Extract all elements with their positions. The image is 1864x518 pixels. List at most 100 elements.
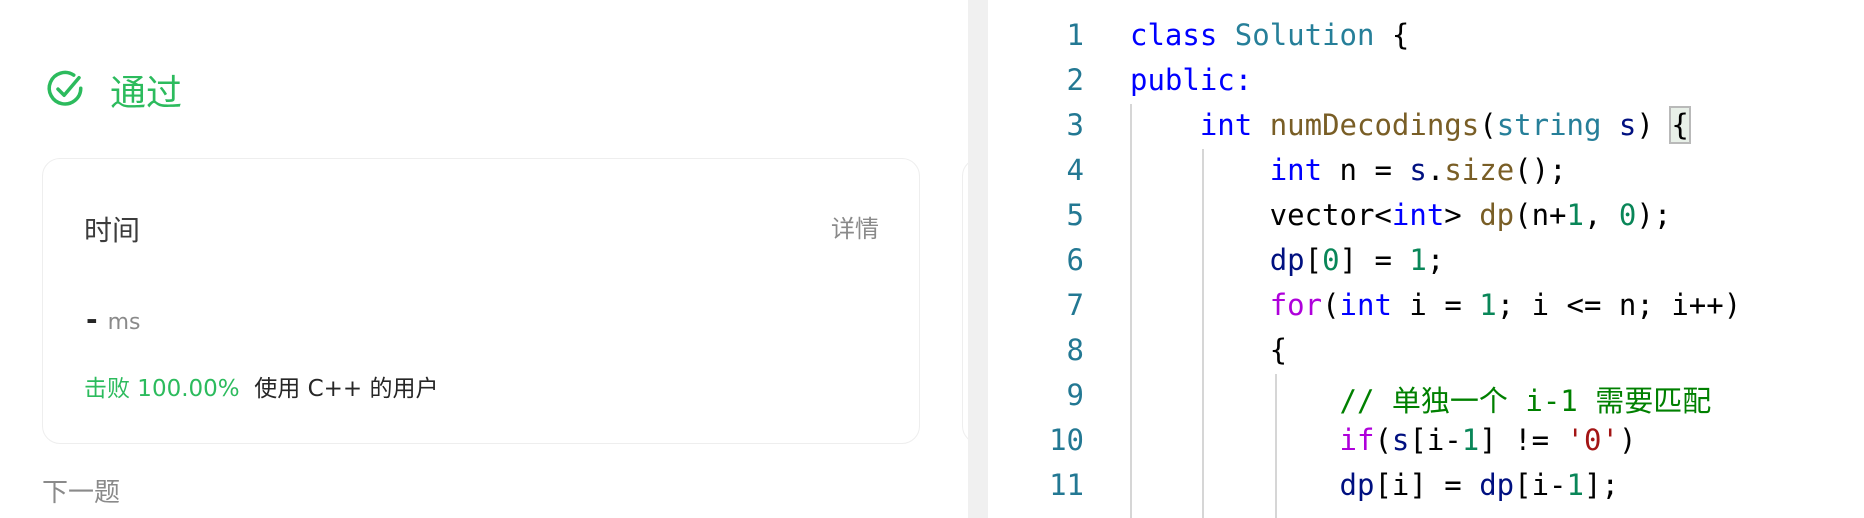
beat-suffix: 使用 C++ 的用户 bbox=[254, 376, 439, 402]
code-token: '0' bbox=[1566, 423, 1619, 457]
code-line: class Solution { bbox=[1130, 18, 1409, 52]
code-token: [i- bbox=[1514, 468, 1567, 502]
code-token: [i- bbox=[1409, 423, 1462, 457]
code-token: ) bbox=[1636, 108, 1672, 142]
code-token: size bbox=[1444, 153, 1515, 187]
code-token: 0 bbox=[1618, 198, 1637, 232]
code-token: ] = bbox=[1339, 243, 1410, 277]
time-value: - ms bbox=[86, 303, 141, 336]
code-token: 1 bbox=[1461, 423, 1480, 457]
code-line: int numDecodings(string s) { bbox=[1130, 106, 1691, 144]
code-token: ; i <= n; i++) bbox=[1496, 288, 1742, 322]
code-line: dp[0] = 1; bbox=[1130, 243, 1445, 277]
code-token: i = bbox=[1391, 288, 1480, 322]
line-number: 7 bbox=[1066, 288, 1084, 322]
code-line: { bbox=[1130, 333, 1287, 367]
code-token: 1 bbox=[1566, 468, 1584, 502]
code-token: Solution bbox=[1234, 18, 1375, 52]
status-text: 通过 bbox=[110, 73, 183, 114]
details-link[interactable]: 详情 bbox=[831, 209, 879, 244]
code-token: int bbox=[1391, 198, 1445, 232]
code-token: int bbox=[1269, 153, 1323, 187]
code-token: ) bbox=[1618, 423, 1637, 457]
beat-stat: 击败 100.00% 使用 C++ 的用户 bbox=[84, 369, 439, 403]
code-token: 1 bbox=[1479, 288, 1497, 322]
code-token: . bbox=[1426, 153, 1445, 187]
code-token: if bbox=[1339, 423, 1375, 457]
code-token: ( bbox=[1374, 423, 1392, 457]
code-token: s bbox=[1409, 153, 1427, 187]
line-number: 3 bbox=[1066, 108, 1084, 142]
code-token: [ bbox=[1304, 243, 1323, 277]
status-header: 通过 bbox=[44, 64, 182, 116]
code-token: { bbox=[1130, 333, 1288, 367]
code-line: public: bbox=[1130, 63, 1252, 97]
code-token: n = bbox=[1322, 153, 1410, 187]
code-line: int n = s.size(); bbox=[1130, 153, 1567, 187]
code-token: string bbox=[1496, 108, 1602, 142]
check-circle-icon bbox=[47, 70, 83, 106]
next-problem-link[interactable]: 下一题 bbox=[42, 478, 120, 508]
indent-guide bbox=[1130, 104, 1132, 518]
code-token: 0 bbox=[1322, 243, 1340, 277]
code-token: (n+ bbox=[1514, 198, 1567, 232]
code-token: dp bbox=[1479, 198, 1515, 232]
line-number: 6 bbox=[1066, 243, 1084, 277]
code-token: int bbox=[1339, 288, 1392, 322]
code-token: vector< bbox=[1130, 198, 1392, 232]
code-editor[interactable]: 1 2 3 4 5 6 7 8 9 10 11 class Solution {public: int… bbox=[988, 0, 1864, 518]
indent-guide bbox=[1202, 149, 1204, 518]
code-token: 1 bbox=[1566, 198, 1584, 232]
code-token: (); bbox=[1514, 153, 1567, 187]
beat-percent: 击败 100.00% bbox=[84, 376, 240, 402]
code-token: , bbox=[1584, 198, 1619, 232]
result-panel: 通过 时间 详情 - ms 击败 100.00% 使用 C++ 的用户 下一题 bbox=[0, 0, 968, 518]
code-token: for bbox=[1269, 288, 1323, 322]
line-number: 10 bbox=[1049, 423, 1084, 457]
card-title: 时间 bbox=[84, 214, 141, 247]
code-token: ] != bbox=[1479, 423, 1567, 457]
value: - bbox=[86, 303, 98, 336]
code-token: class bbox=[1130, 18, 1218, 52]
code-line: // 单独一个 i-1 需要匹配 bbox=[1130, 378, 1712, 420]
code-token: ( bbox=[1322, 288, 1340, 322]
code-token: ]; bbox=[1583, 468, 1619, 502]
line-number: 8 bbox=[1066, 333, 1084, 367]
code-token: [i] = bbox=[1374, 468, 1480, 502]
code-token: dp bbox=[1269, 243, 1305, 277]
code-token: > bbox=[1444, 198, 1480, 232]
panel-resize-handle[interactable] bbox=[968, 0, 988, 518]
indent-guide bbox=[1275, 374, 1277, 518]
code-token: s bbox=[1618, 108, 1637, 142]
code-token: // 单独一个 i-1 需要匹配 bbox=[1339, 384, 1712, 418]
code-token: { bbox=[1374, 18, 1410, 52]
code-token: int bbox=[1199, 108, 1253, 142]
code-token: ; bbox=[1426, 243, 1445, 277]
line-number: 2 bbox=[1066, 63, 1084, 97]
time-card: 时间 详情 - ms 击败 100.00% 使用 C++ 的用户 bbox=[42, 158, 920, 444]
code-token: 1 bbox=[1409, 243, 1427, 277]
line-number: 9 bbox=[1066, 378, 1084, 412]
unit: ms bbox=[107, 310, 141, 335]
code-token: s bbox=[1391, 423, 1410, 457]
line-number: 4 bbox=[1066, 153, 1084, 187]
code-token: numDecodings bbox=[1269, 108, 1480, 142]
line-number: 5 bbox=[1066, 198, 1084, 232]
line-number: 1 bbox=[1066, 18, 1084, 52]
line-number: 11 bbox=[1049, 468, 1084, 502]
code-token: ( bbox=[1479, 108, 1497, 142]
code-line: vector<int> dp(n+1, 0); bbox=[1130, 198, 1672, 232]
bracket-match: { bbox=[1669, 106, 1691, 144]
code-token: dp bbox=[1479, 468, 1515, 502]
code-line: if(s[i-1] != '0') bbox=[1130, 423, 1637, 457]
